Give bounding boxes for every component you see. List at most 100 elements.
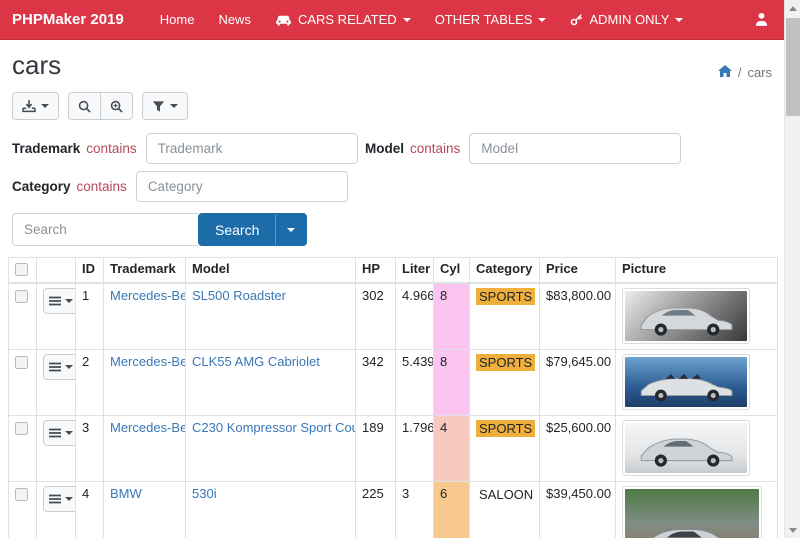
cell-category: SPORTS bbox=[476, 420, 535, 437]
model-filter-input[interactable] bbox=[469, 133, 681, 164]
car-photo bbox=[625, 489, 759, 538]
chevron-down-icon bbox=[287, 228, 295, 232]
page-title: cars bbox=[12, 50, 61, 80]
trademark-link[interactable]: Mercedes-Benz bbox=[110, 420, 186, 435]
search-bar: Search bbox=[0, 206, 784, 255]
row-options-button[interactable] bbox=[43, 486, 76, 512]
scrollbar-down-arrow[interactable] bbox=[785, 522, 800, 538]
search-options-toggle[interactable] bbox=[275, 214, 306, 245]
select-all-checkbox[interactable] bbox=[15, 263, 28, 276]
filter-row-1: Trademark contains Model contains bbox=[0, 130, 784, 168]
category-filter-input[interactable] bbox=[136, 171, 348, 202]
nav-item-cars-related[interactable]: CARS RELATED bbox=[275, 12, 411, 27]
chevron-down-icon bbox=[41, 104, 49, 108]
row-select-checkbox[interactable] bbox=[15, 356, 28, 369]
user-menu-button[interactable] bbox=[755, 12, 768, 27]
cell-category: SPORTS bbox=[476, 354, 535, 371]
car-icon bbox=[275, 13, 292, 26]
cell-liter: 5.439 bbox=[396, 349, 434, 415]
table-row: 2 Mercedes-Benz CLK55 AMG Cabriolet 342 … bbox=[9, 349, 778, 415]
nav-item-other-tables[interactable]: OTHER TABLES bbox=[435, 12, 547, 27]
actions-header bbox=[37, 258, 76, 284]
row-options-button[interactable] bbox=[43, 354, 76, 380]
search-input[interactable] bbox=[12, 213, 198, 246]
scrollbar-up-arrow[interactable] bbox=[785, 0, 800, 16]
trademark-link[interactable]: Mercedes-Benz bbox=[110, 354, 186, 369]
row-select-checkbox[interactable] bbox=[15, 290, 28, 303]
filter-category-label: Category bbox=[12, 179, 71, 194]
chevron-down-icon bbox=[65, 431, 73, 435]
triangle-down-icon bbox=[789, 528, 797, 533]
trademark-filter-input[interactable] bbox=[146, 133, 358, 164]
filter-row-2: Category contains bbox=[0, 168, 784, 206]
highlight-search-button[interactable] bbox=[100, 92, 133, 120]
column-header-cyl: Cyl bbox=[434, 258, 470, 284]
chevron-down-icon bbox=[65, 299, 73, 303]
cell-hp: 189 bbox=[356, 415, 396, 481]
column-header-liter: Liter bbox=[396, 258, 434, 284]
car-picture-frame bbox=[622, 420, 750, 476]
column-header-hp: HP bbox=[356, 258, 396, 284]
model-link[interactable]: C230 Kompressor Sport Coupe bbox=[192, 420, 356, 435]
chevron-down-icon bbox=[538, 18, 546, 22]
model-link[interactable]: CLK55 AMG Cabriolet bbox=[192, 354, 320, 369]
car-picture-frame bbox=[622, 288, 750, 344]
chevron-down-icon bbox=[65, 365, 73, 369]
breadcrumb: / cars bbox=[718, 65, 772, 80]
nav-item-admin-only[interactable]: ADMIN ONLY bbox=[570, 12, 683, 27]
breadcrumb-separator: / bbox=[738, 65, 742, 80]
cell-price: $79,645.00 bbox=[540, 349, 616, 415]
cars-table: ID Trademark Model HP Liter Cyl Category… bbox=[8, 257, 778, 538]
search-button[interactable]: Search bbox=[198, 213, 307, 246]
vertical-scrollbar[interactable] bbox=[784, 0, 800, 538]
cell-liter: 1.796 bbox=[396, 415, 434, 481]
filter-category-operator: contains bbox=[77, 179, 127, 194]
table-row: 3 Mercedes-Benz C230 Kompressor Sport Co… bbox=[9, 415, 778, 481]
row-options-button[interactable] bbox=[43, 420, 76, 446]
car-picture-frame bbox=[622, 486, 762, 538]
scrollbar-thumb[interactable] bbox=[786, 18, 800, 116]
model-link[interactable]: 530i bbox=[192, 486, 217, 501]
export-button[interactable] bbox=[12, 92, 59, 120]
filter-model-label: Model bbox=[365, 141, 404, 156]
column-header-model: Model bbox=[186, 258, 356, 284]
cell-cyl: 8 bbox=[434, 349, 470, 415]
column-header-trademark: Trademark bbox=[104, 258, 186, 284]
user-icon bbox=[755, 12, 768, 27]
cell-category: SPORTS bbox=[476, 288, 535, 305]
brand-link[interactable]: PHPMaker 2019 bbox=[12, 11, 124, 28]
chevron-down-icon bbox=[403, 18, 411, 22]
nav-item-news[interactable]: News bbox=[218, 12, 251, 27]
cell-id: 2 bbox=[76, 349, 104, 415]
chevron-down-icon bbox=[65, 497, 73, 501]
cell-price: $83,800.00 bbox=[540, 283, 616, 349]
row-select-checkbox[interactable] bbox=[15, 488, 28, 501]
trademark-link[interactable]: Mercedes-Benz bbox=[110, 288, 186, 303]
breadcrumb-home-link[interactable] bbox=[718, 65, 732, 80]
hamburger-icon bbox=[49, 296, 61, 306]
triangle-up-icon bbox=[789, 6, 797, 11]
page-viewport: PHPMaker 2019 Home News CARS RELATED OTH… bbox=[0, 0, 784, 538]
car-photo bbox=[625, 423, 747, 473]
cell-hp: 342 bbox=[356, 349, 396, 415]
nav-item-news-label: News bbox=[218, 12, 251, 27]
page-header: cars / cars bbox=[0, 40, 784, 86]
search-icon bbox=[78, 100, 91, 113]
quick-search-button[interactable] bbox=[68, 92, 101, 120]
row-options-button[interactable] bbox=[43, 288, 76, 314]
row-select-checkbox[interactable] bbox=[15, 422, 28, 435]
car-picture-frame bbox=[622, 354, 750, 410]
hamburger-icon bbox=[49, 362, 61, 372]
nav-item-other-tables-label: OTHER TABLES bbox=[435, 12, 533, 27]
nav-item-home[interactable]: Home bbox=[160, 12, 195, 27]
trademark-link[interactable]: BMW bbox=[110, 486, 142, 501]
model-link[interactable]: SL500 Roadster bbox=[192, 288, 286, 303]
cell-price: $25,600.00 bbox=[540, 415, 616, 481]
cell-cyl: 8 bbox=[434, 283, 470, 349]
filter-trademark: Trademark contains bbox=[12, 133, 365, 164]
filter-button[interactable] bbox=[142, 92, 188, 120]
table-row: 4 BMW 530i 225 3 6 SALOON $39,450.00 bbox=[9, 481, 778, 538]
table-header-row: ID Trademark Model HP Liter Cyl Category… bbox=[9, 258, 778, 284]
search-button-label: Search bbox=[199, 214, 275, 245]
cell-id: 4 bbox=[76, 481, 104, 538]
